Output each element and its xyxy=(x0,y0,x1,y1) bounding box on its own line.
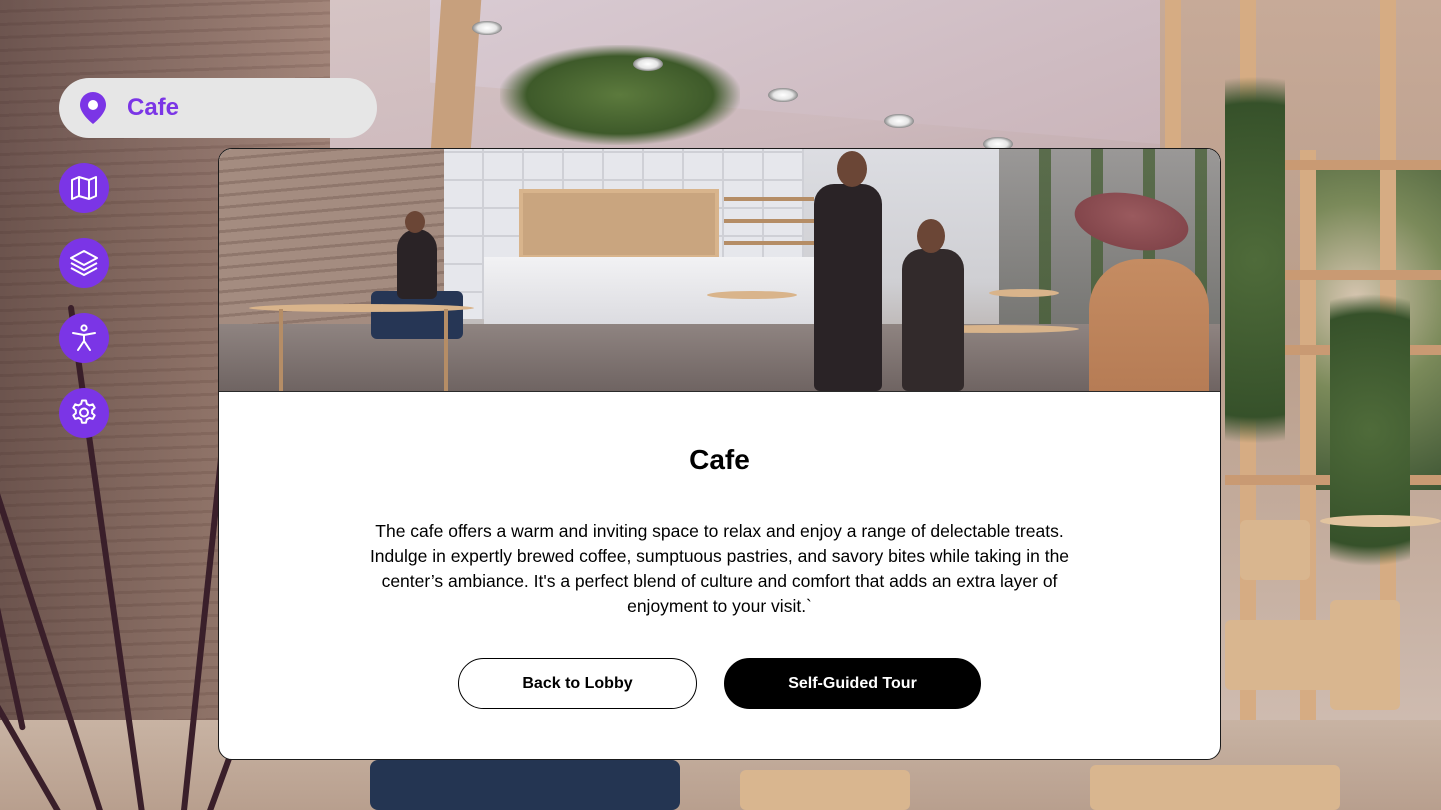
hero-table-leg xyxy=(444,309,448,391)
chair xyxy=(1225,620,1335,690)
hanging-vines xyxy=(1225,0,1285,520)
ceiling-light xyxy=(768,88,798,102)
ceiling-light xyxy=(472,21,502,35)
hero-floor xyxy=(219,324,1220,391)
hero-shelf xyxy=(724,241,814,245)
ceiling-light xyxy=(884,114,914,128)
hanging-flowers xyxy=(500,45,740,145)
hero-person xyxy=(1089,259,1209,391)
layers-icon xyxy=(70,250,98,276)
chair xyxy=(1090,765,1340,810)
hero-table-leg xyxy=(279,309,283,391)
hanging-vines xyxy=(1330,240,1410,620)
location-pill: Cafe xyxy=(59,78,377,138)
card-description: The cafe offers a warm and inviting spac… xyxy=(369,521,1070,616)
hero-table xyxy=(707,291,797,299)
settings-icon xyxy=(72,399,96,424)
card-title: Cafe xyxy=(689,444,750,475)
hero-shelf xyxy=(724,219,814,223)
hero-shelf xyxy=(724,197,814,201)
hero-person xyxy=(902,249,964,391)
map-icon xyxy=(71,176,97,200)
self-guided-tour-button[interactable]: Self-Guided Tour xyxy=(724,658,981,709)
chair xyxy=(1330,600,1400,710)
hero-person-head xyxy=(837,151,867,187)
map-pin-icon xyxy=(80,92,106,124)
hero-person xyxy=(397,229,437,299)
hero-backbar xyxy=(519,189,719,259)
bench-seat xyxy=(370,760,680,810)
accessibility-icon xyxy=(72,324,96,351)
info-card: Cafe The cafe offers a warm and inviting… xyxy=(218,148,1221,760)
map-button[interactable] xyxy=(59,163,109,213)
hero-person-head xyxy=(917,219,945,253)
layers-button[interactable] xyxy=(59,238,109,288)
chair xyxy=(1240,520,1310,580)
accessibility-button[interactable] xyxy=(59,313,109,363)
back-to-lobby-button[interactable]: Back to Lobby xyxy=(458,658,697,709)
hero-person xyxy=(814,184,882,391)
hero-table xyxy=(989,289,1059,297)
table xyxy=(1320,515,1441,527)
table xyxy=(740,770,910,810)
ceiling-light xyxy=(633,57,663,71)
settings-button[interactable] xyxy=(59,388,109,438)
hero-person-head xyxy=(405,211,425,233)
cafe-hero-image xyxy=(219,149,1220,392)
location-title: Cafe xyxy=(127,94,180,121)
